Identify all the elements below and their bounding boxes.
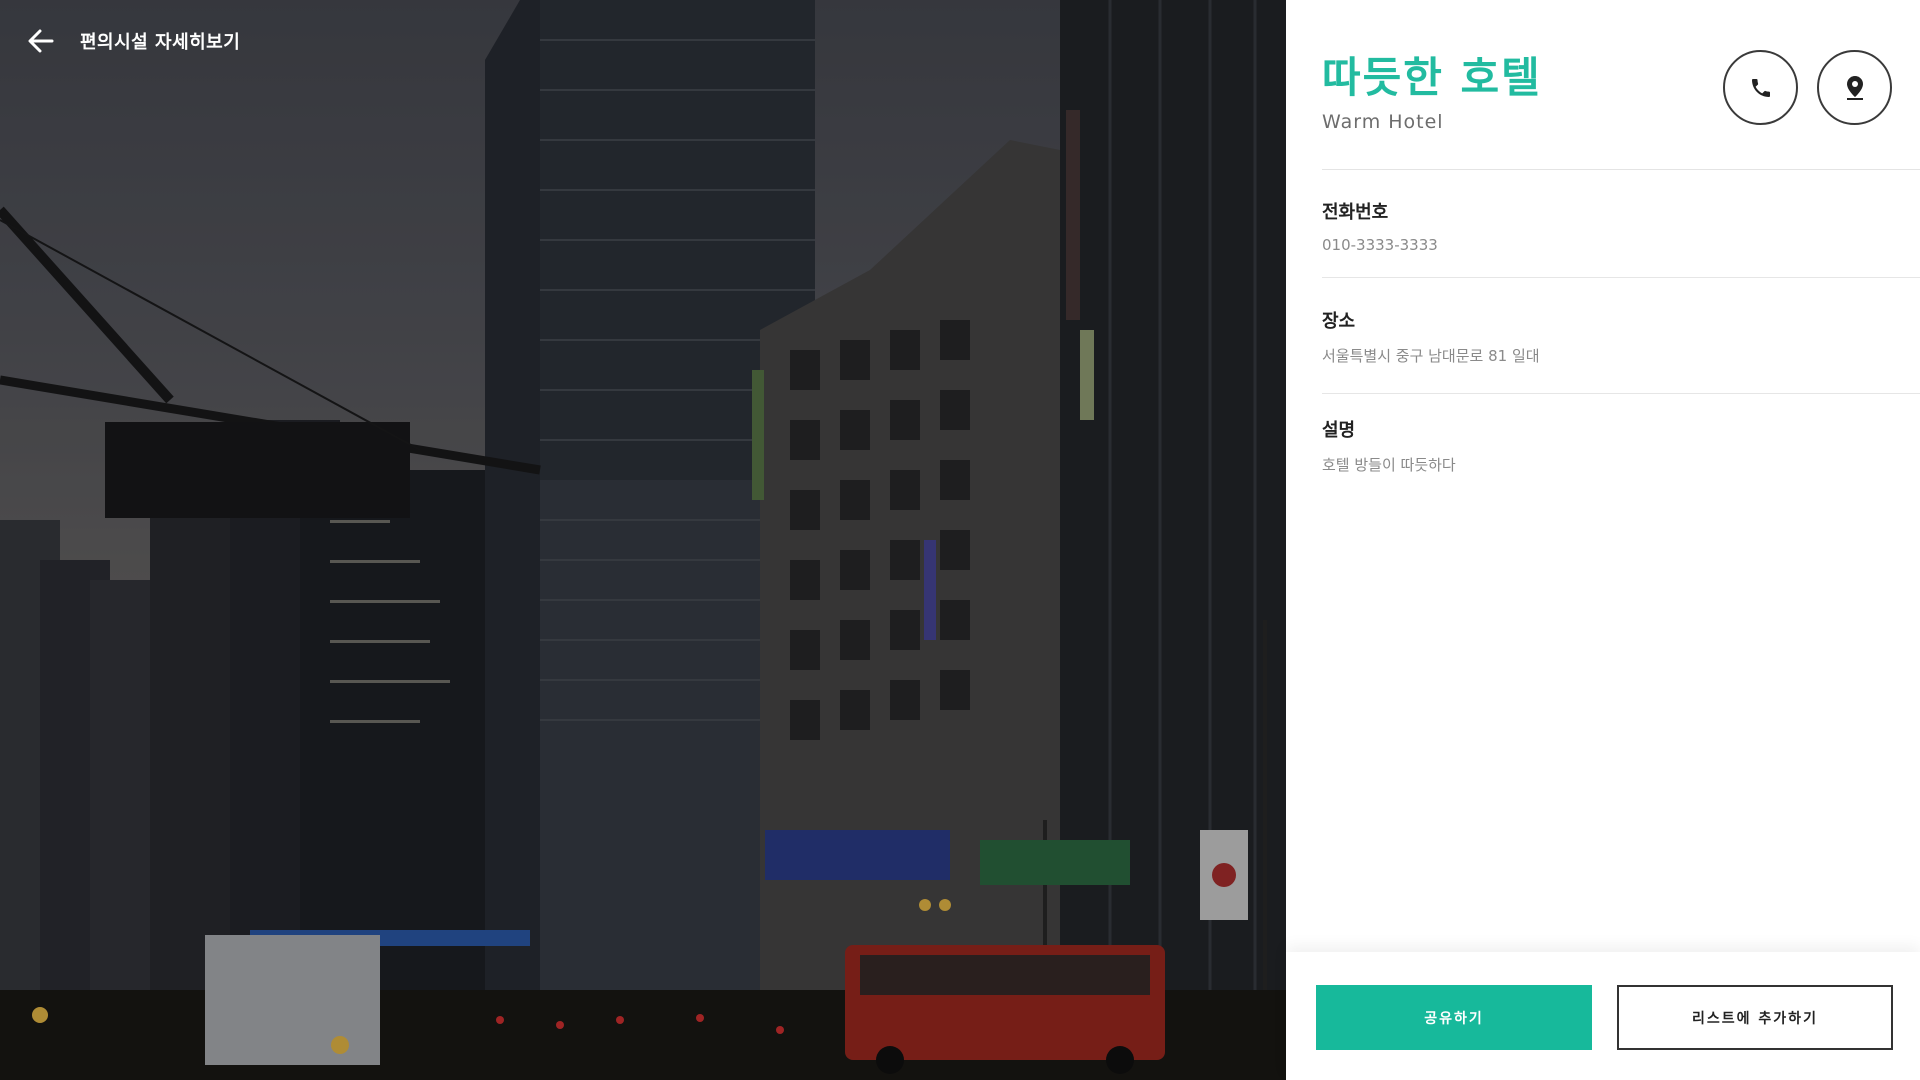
description-value: 호텔 방들이 따듯하다 [1322,456,1456,474]
place-value: 서울특별시 중구 남대문로 81 일대 [1322,347,1540,365]
facility-header: 따듯한 호텔 Warm Hotel [1322,40,1920,170]
description-label: 설명 [1322,420,1356,441]
photo-dim-overlay [0,0,1286,1080]
top-bar: 편의시설 자세히보기 [24,24,240,58]
arrow-left-icon [28,29,54,53]
app-screen: 편의시설 자세히보기 따듯한 호텔 Warm Hotel 전화번호 010-33… [0,0,1920,1080]
bottom-action-bar: 공유하기 리스트에 추가하기 [1286,952,1920,1080]
place-label: 장소 [1322,311,1356,332]
map-button[interactable] [1817,50,1892,125]
detail-panel: 따듯한 호텔 Warm Hotel 전화번호 010-3333-3333 장소 [1286,0,1920,1080]
facility-photo: 편의시설 자세히보기 [0,0,1286,1080]
back-button[interactable] [24,24,58,58]
share-button[interactable]: 공유하기 [1316,985,1592,1050]
phone-label: 전화번호 [1322,202,1389,223]
add-to-list-button[interactable]: 리스트에 추가하기 [1617,985,1893,1050]
place-section: 장소 서울특별시 중구 남대문로 81 일대 [1322,307,1920,394]
phone-icon [1751,78,1770,97]
description-section: 설명 호텔 방들이 따듯하다 [1322,416,1920,476]
page-title: 편의시설 자세히보기 [80,32,241,53]
call-button[interactable] [1723,50,1798,125]
phone-value: 010-3333-3333 [1322,236,1438,254]
phone-section: 전화번호 010-3333-3333 [1322,198,1920,278]
map-pin-icon [1846,75,1863,100]
